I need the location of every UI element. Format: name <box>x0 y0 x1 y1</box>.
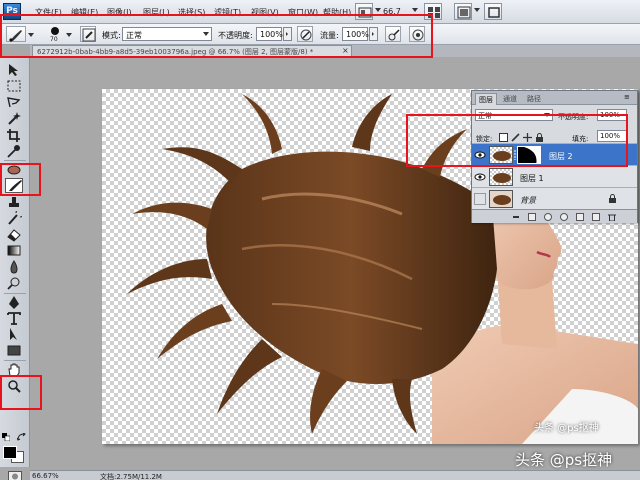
crop-tool[interactable] <box>5 128 23 143</box>
clone-stamp-icon <box>9 197 19 207</box>
move-tool[interactable] <box>5 62 23 77</box>
status-zoom[interactable]: 66.67% <box>32 472 59 480</box>
frame-icon <box>488 7 500 18</box>
annotation-box-brush-tool <box>0 163 41 196</box>
history-brush-tool[interactable] <box>5 211 23 226</box>
eyedropper-icon <box>7 145 20 158</box>
quick-mask-icon <box>12 473 18 480</box>
layer-row[interactable]: 图层 1 <box>472 165 637 187</box>
new-layer-icon[interactable] <box>592 213 600 221</box>
dodge-tool[interactable] <box>5 276 23 291</box>
quick-mask-button[interactable] <box>8 471 22 480</box>
panel-tab-strip: 图层 通道 路径 ≡ <box>472 91 637 105</box>
annotation-box-layer-mask <box>406 114 628 167</box>
pen-icon <box>9 296 19 309</box>
layer-row[interactable]: 背景 <box>472 187 637 209</box>
toolbox-divider <box>4 360 26 361</box>
eye-icon[interactable] <box>474 171 486 183</box>
shape-icon <box>7 345 21 356</box>
lock-icon <box>609 194 616 203</box>
annotation-box-color-swatches <box>0 375 42 410</box>
toolbox-divider <box>4 160 26 161</box>
tab-paths[interactable]: 路径 <box>524 93 544 105</box>
panel-menu-icon[interactable]: ≡ <box>624 93 634 102</box>
chevron-down-icon[interactable] <box>412 8 418 12</box>
path-selection-tool[interactable] <box>5 327 23 342</box>
pen-tool[interactable] <box>5 295 23 310</box>
link-icon[interactable] <box>512 213 520 221</box>
eyedropper-tool[interactable] <box>5 144 23 159</box>
shape-tool[interactable] <box>5 343 23 358</box>
layer-name: 背景 <box>520 196 536 205</box>
adjustment-layer-icon[interactable] <box>560 213 568 221</box>
extras-button[interactable] <box>484 3 502 20</box>
watermark-large: 头条 @ps抠神 <box>515 451 613 469</box>
lasso-icon <box>7 97 21 108</box>
screen-mode-button[interactable] <box>454 3 472 20</box>
watermark-small: 头条 @ps抠神 <box>534 423 599 434</box>
blur-tool[interactable] <box>5 260 23 275</box>
layers-panel-footer <box>472 209 637 223</box>
chevron-down-icon[interactable] <box>375 8 381 12</box>
annotation-box-options-bar <box>0 14 433 58</box>
magic-wand-icon <box>8 112 21 125</box>
clone-stamp-tool[interactable] <box>5 195 23 210</box>
chevron-down-icon[interactable] <box>474 8 480 12</box>
status-doc-info[interactable]: 文档:2.75M/11.2M <box>100 472 162 480</box>
tab-channels[interactable]: 通道 <box>500 93 520 105</box>
eraser-icon <box>7 229 21 242</box>
layer-name: 图层 1 <box>520 174 544 183</box>
lasso-tool[interactable] <box>5 95 23 110</box>
status-bar: 66.67% 文档:2.75M/11.2M <box>30 470 640 480</box>
marquee-icon <box>7 80 21 92</box>
crop-icon <box>7 129 20 142</box>
foreground-color-swatch[interactable] <box>3 446 17 459</box>
screen-mode-icon <box>457 6 471 19</box>
type-icon <box>7 312 21 325</box>
eraser-tool[interactable] <box>5 227 23 242</box>
swap-colors-icon[interactable] <box>16 432 26 442</box>
gradient-icon <box>7 245 21 256</box>
blur-icon <box>10 260 18 274</box>
path-select-icon <box>10 328 17 340</box>
toolbox-divider <box>4 293 26 294</box>
tab-layers[interactable]: 图层 <box>475 93 497 105</box>
eye-icon[interactable] <box>474 193 486 205</box>
marquee-tool[interactable] <box>5 79 23 94</box>
move-icon <box>9 64 18 76</box>
quick-selection-tool[interactable] <box>5 111 23 126</box>
type-tool[interactable] <box>5 311 23 326</box>
new-group-icon[interactable] <box>576 213 584 221</box>
dodge-icon <box>7 277 20 290</box>
history-brush-icon <box>8 211 22 225</box>
trash-icon[interactable] <box>608 213 616 221</box>
layer-thumbnail <box>489 168 513 186</box>
layer-thumbnail <box>489 190 513 208</box>
default-colors-icon[interactable] <box>2 433 11 442</box>
gradient-tool[interactable] <box>5 243 23 258</box>
add-mask-icon[interactable] <box>544 213 552 221</box>
layer-style-icon[interactable] <box>528 213 536 221</box>
